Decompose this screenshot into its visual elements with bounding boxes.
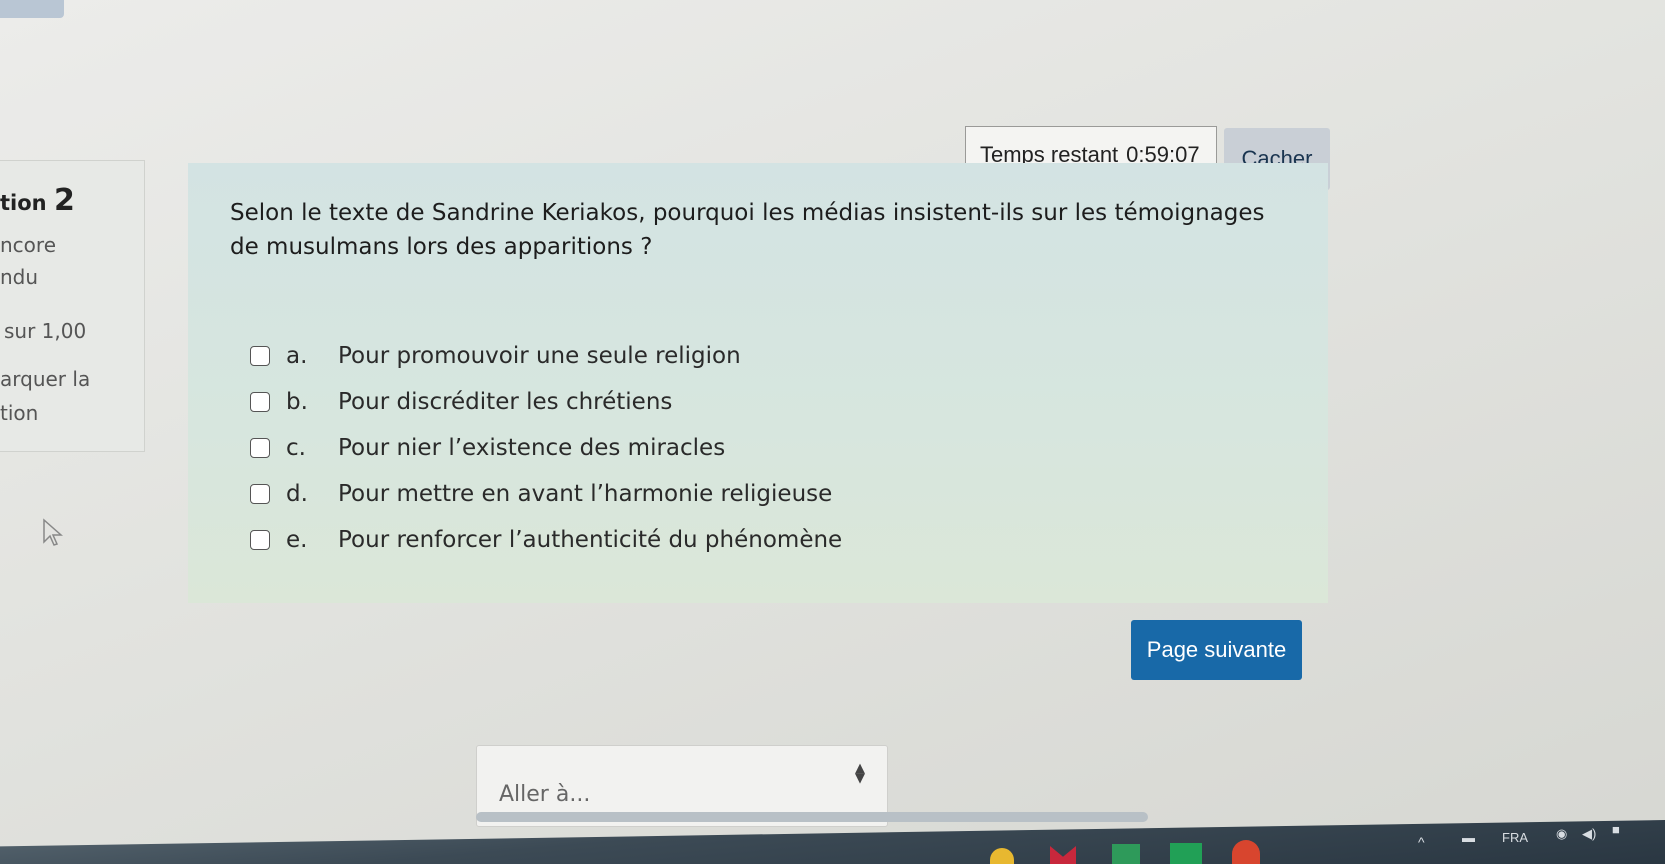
taskbar-app-icon-store[interactable] [1112,844,1140,864]
tray-chevron-up-icon[interactable]: ^ [1418,834,1425,850]
answer-letter: d. [286,481,308,507]
top-bar-fragment [0,0,64,18]
answer-text: Pour promouvoir une seule religion [338,343,741,369]
question-number-value: 2 [53,183,75,218]
answer-checkbox-b[interactable] [250,392,270,412]
question-status-line-2: ndu [0,265,39,289]
answer-option-d[interactable]: d. Pour mettre en avant l’harmonie relig… [250,474,832,514]
answer-option-a[interactable]: a. Pour promouvoir une seule religion [250,336,741,376]
answer-letter: e. [286,527,308,553]
jump-to-placeholder: Aller à... [499,782,591,807]
answer-checkbox-c[interactable] [250,438,270,458]
answer-text: Pour renforcer l’authenticité du phénomè… [338,527,843,553]
answer-text: Pour discréditer les chrétiens [338,389,673,415]
question-grade: sur 1,00 [4,319,87,343]
answer-letter: a. [286,343,308,369]
answer-checkbox-d[interactable] [250,484,270,504]
tray-volume-icon[interactable]: ◀) [1582,826,1596,842]
answer-text: Pour nier l’existence des miracles [338,435,726,461]
answer-letter: c. [286,435,306,461]
question-status-line-1: ncore [0,233,56,257]
question-number: tion 2 [0,183,75,218]
tray-network-icon[interactable]: ◉ [1556,826,1567,842]
tray-battery-icon[interactable]: ▬ [1462,830,1475,845]
question-number-prefix: tion [0,191,47,215]
taskbar-app-icon-chrome[interactable] [1232,840,1260,864]
next-page-button[interactable]: Page suivante [1131,620,1302,680]
flag-question-line-2[interactable]: tion [0,401,38,425]
taskbar-app-icon-excel[interactable] [1170,843,1202,864]
answer-option-c[interactable]: c. Pour nier l’existence des miracles [250,428,725,468]
tray-notification-icon[interactable]: ■ [1612,822,1620,837]
tray-language[interactable]: FRA [1502,830,1528,845]
horizontal-scrollbar[interactable] [476,812,1148,822]
answer-checkbox-a[interactable] [250,346,270,366]
answer-letter: b. [286,389,308,415]
answer-option-b[interactable]: b. Pour discréditer les chrétiens [250,382,672,422]
select-arrows-icon: ▲ ▼ [855,761,865,786]
mouse-pointer-icon [43,518,63,546]
answer-text: Pour mettre en avant l’harmonie religieu… [338,481,833,507]
answer-option-e[interactable]: e. Pour renforcer l’authenticité du phén… [250,520,842,560]
question-text: Selon le texte de Sandrine Keriakos, pou… [230,200,1265,260]
flag-question-line-1[interactable]: arquer la [0,367,90,391]
answer-checkbox-e[interactable] [250,530,270,550]
question-info-panel: tion 2 ncore ndu sur 1,00 arquer la tion [0,160,145,452]
